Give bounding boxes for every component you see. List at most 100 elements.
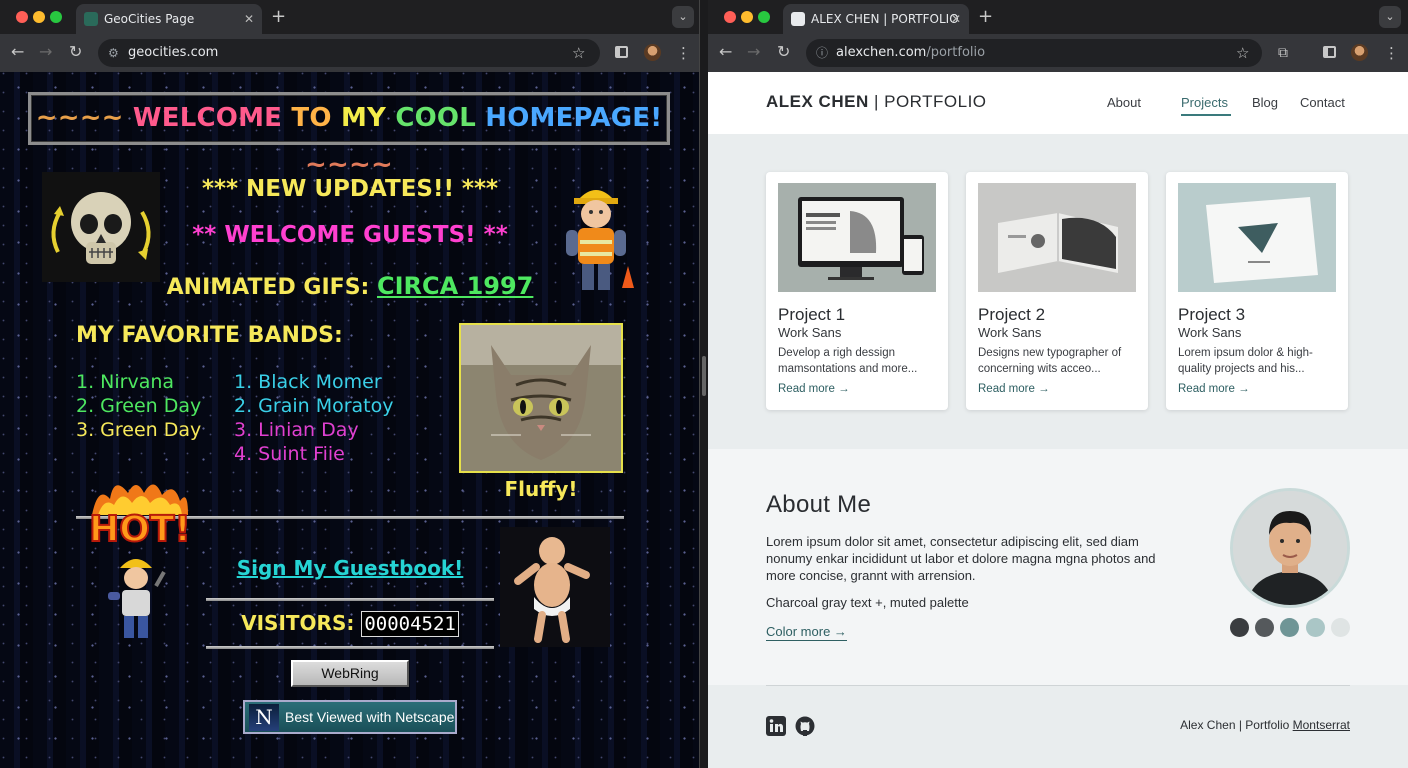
tab-portfolio[interactable]: ALEX CHEN | PORTFOLIO ✕ — [783, 4, 969, 34]
hot-text: HOT! — [89, 509, 191, 549]
browser-toolbar: ← → ↻ ⓘ alexchen.com/portfolio ☆ ⧉ ⋮ — [708, 34, 1408, 72]
project-description: Lorem ipsum dolor & high-quality project… — [1178, 347, 1313, 375]
about-title: About Me — [766, 491, 872, 518]
guestbook-link[interactable]: Sign My Guestbook! — [205, 556, 495, 580]
band-item: 2. Grain Moratoy — [234, 395, 394, 417]
read-more-link[interactable]: Read more → — [1178, 383, 1250, 395]
profile-portrait — [1230, 488, 1350, 608]
favorite-bands-heading: MY FAVORITE BANDS: — [76, 323, 343, 348]
address-bar[interactable]: ⚙ geocities.com ☆ — [98, 39, 600, 67]
minimize-window-button[interactable] — [741, 11, 753, 23]
forward-arrow-icon[interactable]: → — [39, 42, 52, 62]
tab-title: ALEX CHEN | PORTFOLIO — [811, 12, 959, 26]
hot-fire-gif: HOT! — [88, 475, 192, 551]
tab-search-chevron-icon[interactable]: ⌄ — [1379, 6, 1401, 28]
profile-avatar-icon[interactable] — [1351, 44, 1368, 61]
webring-button[interactable]: WebRing — [291, 660, 409, 687]
netscape-badge[interactable]: N Best Viewed with Netscape — [243, 700, 457, 734]
geocities-page: ~~~~ WELCOME TO MY COOL HOMEPAGE! ~~~~ *… — [0, 72, 699, 768]
tab-strip: GeoCities Page ✕ + ⌄ — [0, 0, 699, 34]
palette-caption: Charcoal gray text +, muted palette — [766, 595, 969, 610]
project-thumbnail — [1178, 183, 1336, 292]
close-tab-icon[interactable]: ✕ — [244, 4, 254, 34]
band-item: 1. Nirvana — [76, 371, 175, 393]
reload-icon[interactable]: ↻ — [69, 42, 82, 62]
bookmark-star-icon[interactable]: ☆ — [1236, 39, 1249, 67]
site-brand[interactable]: ALEX CHEN | PORTFOLIO — [766, 92, 987, 112]
reload-icon[interactable]: ↻ — [777, 42, 790, 62]
back-arrow-icon[interactable]: ← — [719, 42, 732, 62]
new-tab-icon[interactable]: + — [978, 6, 993, 27]
nav-contact[interactable]: Contact — [1300, 95, 1345, 110]
color-more-link[interactable]: Color more → — [766, 624, 847, 641]
linkedin-icon[interactable] — [766, 716, 786, 736]
project-description: Develop a righ dessign mamsontations and… — [778, 347, 918, 375]
visitors-label: VISITORS: — [241, 611, 362, 635]
site-info-icon[interactable]: ⓘ — [816, 39, 828, 67]
portfolio-favicon-icon — [791, 12, 805, 26]
netscape-badge-text: Best Viewed with Netscape — [285, 709, 455, 725]
split-view-divider-handle[interactable] — [702, 356, 706, 396]
zoom-window-button[interactable] — [758, 11, 770, 23]
side-panel-icon[interactable] — [615, 46, 628, 58]
geocities-browser-window: GeoCities Page ✕ + ⌄ ← → ↻ ⚙ geocities.c… — [0, 0, 700, 768]
project-card[interactable]: Project 1 Work Sans Develop a righ dessi… — [766, 172, 948, 410]
band-item: 3. Linian Day — [234, 419, 359, 441]
circa-1997-link[interactable]: CIRCA 1997 — [377, 272, 533, 300]
palette-swatch — [1255, 618, 1274, 637]
site-settings-icon[interactable]: ⚙ — [108, 39, 119, 67]
welcome-banner: ~~~~ WELCOME TO MY COOL HOMEPAGE! ~~~~ — [28, 92, 670, 180]
side-panel-icon[interactable] — [1323, 46, 1336, 58]
menu-kebab-icon[interactable]: ⋮ — [676, 43, 691, 63]
zoom-window-button[interactable] — [50, 11, 62, 23]
forward-arrow-icon[interactable]: → — [747, 42, 760, 62]
back-arrow-icon[interactable]: ← — [11, 42, 24, 62]
project-card[interactable]: Project 2 Work Sans Designs new typograp… — [966, 172, 1148, 410]
project-description: Designs new typographer of concerning wi… — [978, 347, 1122, 375]
tab-search-chevron-icon[interactable]: ⌄ — [672, 6, 694, 28]
project-card[interactable]: Project 3 Work Sans Lorem ipsum dolor & … — [1166, 172, 1348, 410]
read-more-link[interactable]: Read more → — [978, 383, 1050, 395]
project-subtitle: Work Sans — [978, 325, 1042, 340]
close-tab-icon[interactable]: ✕ — [951, 4, 961, 34]
tab-geocities[interactable]: GeoCities Page ✕ — [76, 4, 262, 34]
palette-swatch — [1230, 618, 1249, 637]
divider — [206, 598, 494, 601]
url-path: /portfolio — [926, 45, 986, 60]
bands-list-left: 1. Nirvana 2. Green Day 3. Green Day — [76, 370, 201, 442]
banner-word: TO — [291, 103, 332, 133]
project-subtitle: Work Sans — [1178, 325, 1242, 340]
close-window-button[interactable] — [16, 11, 28, 23]
address-bar[interactable]: ⓘ alexchen.com/portfolio ☆ — [806, 39, 1262, 67]
banner-prefix: ~~~~ — [35, 103, 133, 133]
nav-blog[interactable]: Blog — [1252, 95, 1278, 110]
close-window-button[interactable] — [724, 11, 736, 23]
nav-about[interactable]: About — [1107, 95, 1141, 110]
site-footer: Alex Chen | Portfolio Montserrat — [708, 685, 1408, 768]
band-item: 2. Green Day — [76, 395, 202, 417]
cat-caption: Fluffy! — [504, 477, 578, 501]
new-tab-icon[interactable]: + — [271, 6, 286, 27]
url-host: alexchen.com — [836, 45, 927, 60]
minimize-window-button[interactable] — [33, 11, 45, 23]
bookmark-star-icon[interactable]: ☆ — [572, 39, 585, 67]
browser-toolbar: ← → ↻ ⚙ geocities.com ☆ ⋮ — [0, 34, 699, 72]
hammer-worker-gif — [104, 550, 170, 642]
profile-avatar-icon[interactable] — [644, 44, 661, 61]
dancing-baby-gif — [500, 527, 610, 647]
bands-list-right: 1. Black Momer 2. Grain Moratoy 3. Linia… — [234, 370, 394, 466]
footer-divider — [766, 685, 1350, 686]
read-more-link[interactable]: Read more → — [778, 383, 850, 395]
project-title: Project 1 — [778, 305, 846, 324]
banner-word: MY — [340, 103, 387, 133]
window-gap — [700, 0, 708, 768]
portfolio-browser-window: ALEX CHEN | PORTFOLIO ✕ + ⌄ ← → ↻ ⓘ alex… — [708, 0, 1408, 768]
animated-gifs-label: ANIMATED GIFS: — [166, 275, 377, 300]
banner-word: WELCOME — [132, 103, 283, 133]
extensions-puzzle-icon[interactable]: ⧉ — [1278, 43, 1288, 63]
github-icon[interactable] — [795, 716, 815, 736]
footer-font-credit[interactable]: Montserrat — [1293, 718, 1350, 732]
banner-word: HOMEPAGE! — [485, 103, 663, 133]
menu-kebab-icon[interactable]: ⋮ — [1384, 43, 1399, 63]
nav-projects[interactable]: Projects — [1181, 95, 1228, 110]
